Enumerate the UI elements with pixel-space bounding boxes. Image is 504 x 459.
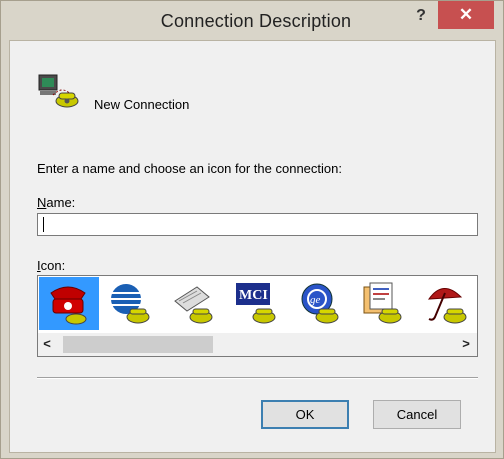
cancel-button[interactable]: Cancel bbox=[373, 400, 461, 429]
icon-option-mci[interactable]: MCI bbox=[228, 277, 288, 330]
divider bbox=[37, 377, 478, 379]
icon-option-documents[interactable] bbox=[354, 277, 414, 330]
icon-label: Icon: bbox=[37, 258, 66, 273]
connection-description-dialog: Connection Description ? ✕ New Connectio… bbox=[0, 0, 504, 459]
blue-globe-telephone-icon bbox=[111, 284, 150, 324]
documents-telephone-icon bbox=[363, 282, 402, 324]
connection-name: New Connection bbox=[94, 97, 190, 112]
icon-option-red-telephone[interactable] bbox=[39, 277, 99, 330]
close-button[interactable]: ✕ bbox=[438, 1, 494, 29]
icon-list[interactable]: MCI ge < > bbox=[37, 275, 478, 357]
mci-telephone-icon: MCI bbox=[236, 283, 276, 324]
ge-globe-telephone-icon: ge bbox=[301, 283, 339, 324]
name-input[interactable] bbox=[37, 213, 478, 236]
scroll-right-button[interactable]: > bbox=[457, 333, 475, 356]
scroll-thumb[interactable] bbox=[63, 336, 213, 353]
instruction-text: Enter a name and choose an icon for the … bbox=[37, 161, 342, 176]
help-button[interactable]: ? bbox=[404, 3, 438, 29]
dialog-content: New Connection Enter a name and choose a… bbox=[9, 40, 496, 453]
text-caret bbox=[43, 217, 44, 232]
telephone-terminal-icon bbox=[38, 74, 79, 108]
svg-text:ge: ge bbox=[310, 294, 321, 306]
fax-telephone-icon bbox=[174, 286, 213, 324]
svg-text:MCI: MCI bbox=[239, 288, 268, 303]
title-bar[interactable]: Connection Description ? ✕ bbox=[1, 1, 503, 40]
umbrella-telephone-icon bbox=[427, 288, 467, 324]
horizontal-scrollbar[interactable]: < > bbox=[38, 333, 477, 356]
scroll-left-button[interactable]: < bbox=[38, 333, 56, 356]
icon-option-umbrella[interactable] bbox=[417, 277, 477, 330]
icon-option-fax[interactable] bbox=[165, 277, 225, 330]
icon-option-ge-globe[interactable]: ge bbox=[291, 277, 351, 330]
icon-option-blue-globe[interactable] bbox=[102, 277, 162, 330]
red-telephone-icon bbox=[50, 286, 87, 325]
name-label: Name: bbox=[37, 195, 76, 210]
ok-button[interactable]: OK bbox=[261, 400, 349, 429]
